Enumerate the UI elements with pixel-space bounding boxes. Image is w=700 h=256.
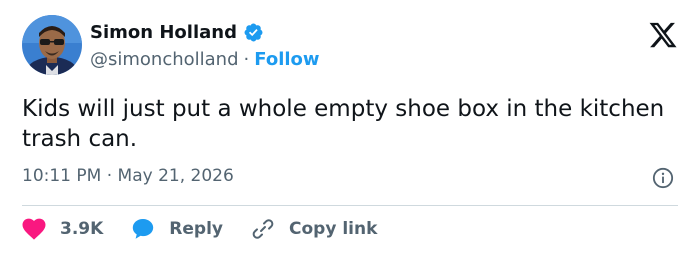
like-count: 3.9K bbox=[60, 219, 104, 239]
reply-label: Reply bbox=[169, 219, 223, 239]
divider bbox=[22, 205, 678, 206]
handle[interactable]: @simoncholland bbox=[90, 49, 239, 70]
tweet-text: Kids will just put a whole empty shoe bo… bbox=[22, 96, 665, 152]
heart-icon bbox=[22, 218, 46, 240]
handle-row: @simoncholland · Follow bbox=[90, 47, 320, 71]
like-button[interactable]: 3.9K bbox=[22, 218, 103, 240]
timestamp[interactable]: 10:11 PM · May 21, 2026 bbox=[22, 166, 234, 186]
name-row: Simon Holland bbox=[90, 20, 320, 44]
avatar-photo bbox=[22, 15, 82, 75]
author-block: Simon Holland @simoncholland · Follow bbox=[90, 20, 320, 71]
separator-dot: · bbox=[243, 48, 250, 70]
follow-button[interactable]: Follow bbox=[254, 49, 319, 70]
link-icon bbox=[251, 217, 275, 241]
verified-badge-icon bbox=[243, 22, 264, 43]
action-bar: 3.9K Reply Copy link bbox=[22, 216, 405, 242]
copy-link-button[interactable]: Copy link bbox=[251, 217, 377, 241]
reply-button[interactable]: Reply bbox=[131, 217, 223, 241]
tweet-card: Simon Holland @simoncholland · Follow Ki… bbox=[0, 0, 700, 256]
x-logo-icon[interactable] bbox=[648, 20, 678, 50]
info-icon[interactable] bbox=[652, 167, 674, 189]
avatar[interactable] bbox=[22, 15, 82, 75]
display-name[interactable]: Simon Holland bbox=[90, 22, 237, 43]
reply-bubble-icon bbox=[131, 217, 155, 241]
copy-link-label: Copy link bbox=[289, 219, 378, 239]
